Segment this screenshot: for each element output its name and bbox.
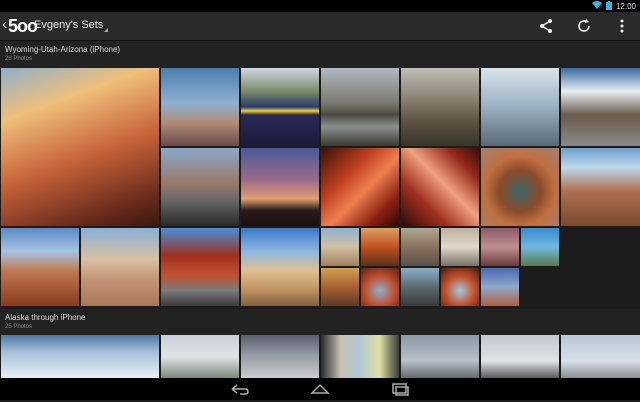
nav-home-icon[interactable] [308, 381, 332, 397]
photo-tile[interactable] [521, 228, 559, 266]
section-header[interactable]: Wyoming-Utah-Arizona (iPhone) 28 Photos [0, 41, 640, 69]
photo-tile[interactable] [161, 148, 239, 226]
share-icon[interactable] [538, 18, 554, 34]
photo-tile[interactable] [401, 148, 479, 226]
photo-tile[interactable] [561, 148, 640, 226]
photo-tile[interactable] [561, 335, 640, 378]
photo-tile[interactable] [321, 148, 399, 226]
battery-icon [605, 0, 612, 12]
system-navigation-bar [0, 378, 640, 400]
nav-recents-icon[interactable] [388, 381, 412, 397]
photo-tile[interactable] [401, 335, 479, 378]
photo-tile[interactable] [561, 68, 640, 146]
photo-tile[interactable] [321, 228, 359, 266]
photo-tile[interactable] [401, 228, 439, 266]
photo-tile[interactable] [241, 68, 319, 146]
status-time: 12:00 [615, 1, 636, 11]
action-bar: ‹ 5oo Evgeny's Sets [0, 12, 640, 41]
photo-tile[interactable] [361, 228, 399, 266]
back-icon[interactable]: ‹ [2, 17, 7, 33]
photo-tile[interactable] [161, 228, 239, 306]
photo-tile[interactable] [321, 335, 399, 378]
overflow-menu-icon[interactable] [614, 18, 630, 34]
photo-tile[interactable] [481, 148, 559, 226]
section-photo-count: 28 Photos [5, 56, 33, 62]
wifi-icon [591, 1, 602, 11]
photo-tile[interactable] [441, 268, 479, 306]
photo-tile[interactable] [441, 228, 479, 266]
photo-tile[interactable] [241, 228, 319, 306]
photo-tile[interactable] [481, 335, 559, 378]
app-logo[interactable]: 5oo [8, 16, 38, 36]
photo-tile[interactable] [401, 68, 479, 146]
photo-tile[interactable] [241, 148, 319, 226]
nav-back-icon[interactable] [228, 381, 252, 397]
title-dropdown-caret-icon[interactable] [104, 28, 108, 32]
photo-tile[interactable] [401, 268, 439, 306]
status-icons: 12:00 [591, 0, 636, 12]
photo-tile[interactable] [481, 228, 519, 266]
section-title: Alaska through iPhone [5, 313, 86, 322]
photo-tile[interactable] [481, 268, 519, 306]
action-bar-icons [538, 16, 630, 36]
photo-tile[interactable] [1, 335, 159, 378]
photo-tile[interactable] [161, 335, 239, 378]
photo-tile[interactable] [81, 228, 159, 306]
photo-tile[interactable] [241, 335, 319, 378]
photo-tile[interactable] [161, 68, 239, 146]
photo-tile[interactable] [321, 268, 359, 306]
photo-tile[interactable] [1, 228, 79, 306]
section-header[interactable]: Alaska through iPhone 25 Photos [0, 309, 640, 337]
section-photo-count: 25 Photos [5, 324, 33, 330]
photo-tile[interactable] [1, 68, 159, 226]
refresh-icon[interactable] [576, 18, 592, 34]
photo-tile[interactable] [321, 68, 399, 146]
photo-tile[interactable] [361, 268, 399, 306]
set-title[interactable]: Evgeny's Sets [34, 19, 103, 31]
photo-tile[interactable] [481, 68, 559, 146]
section-title: Wyoming-Utah-Arizona (iPhone) [5, 45, 121, 54]
status-bar: 12:00 [0, 0, 640, 12]
